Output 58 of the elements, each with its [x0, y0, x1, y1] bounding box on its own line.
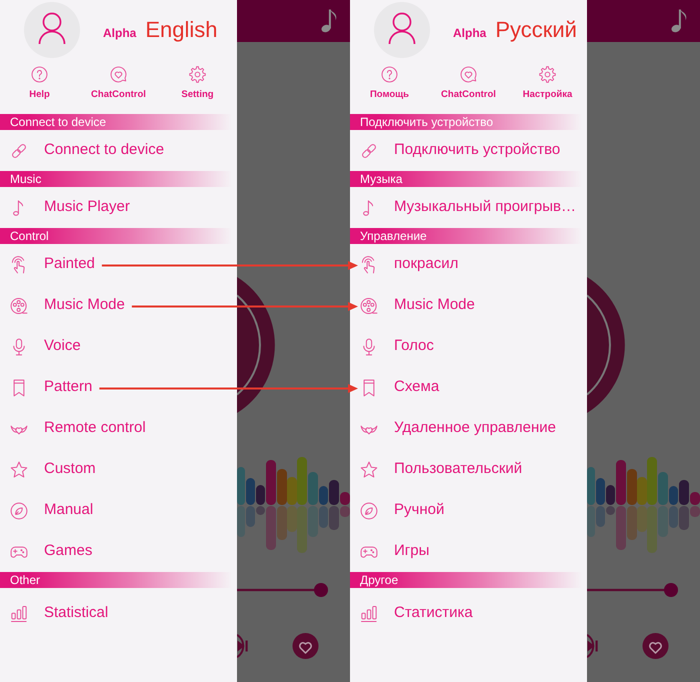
menu-item[interactable]: Голос — [350, 326, 587, 367]
skip-next-button[interactable] — [237, 634, 248, 658]
equalizer-bar — [627, 469, 637, 540]
slider-thumb[interactable] — [314, 583, 328, 597]
chat-button[interactable]: ChatControl — [79, 66, 158, 101]
bar-chart-icon — [10, 604, 28, 622]
menu-item[interactable]: Музыкальный проигрыв… — [350, 187, 587, 228]
menu-item[interactable]: Statistical — [0, 593, 237, 634]
menu-item[interactable]: Remote control — [0, 408, 237, 449]
settings-button[interactable]: Настройка — [508, 66, 587, 101]
help-icon — [31, 66, 48, 83]
heart-chat-icon — [110, 66, 127, 83]
menu-item[interactable]: Пользовательский — [350, 449, 587, 490]
film-reel-icon — [10, 296, 28, 314]
menu-item[interactable]: Music Player — [0, 187, 237, 228]
slider-thumb[interactable] — [664, 583, 678, 597]
leaf-circle-icon — [360, 502, 378, 520]
link-icon — [10, 142, 28, 160]
film-reel-icon — [360, 296, 378, 314]
menu-item[interactable]: Pattern — [0, 367, 237, 408]
equalizer-bar — [277, 469, 287, 540]
menu-item[interactable]: Connect to device — [0, 130, 237, 171]
settings-button[interactable]: Setting — [158, 66, 237, 101]
menu-item[interactable]: Игры — [350, 531, 587, 572]
menu-item[interactable]: Подключить устройство — [350, 130, 587, 171]
help-button[interactable]: Помощь — [350, 66, 429, 101]
music-note-icon — [321, 9, 337, 33]
menu-item[interactable]: Custom — [0, 449, 237, 490]
help-icon — [381, 66, 398, 83]
menu-item[interactable]: Удаленное управление — [350, 408, 587, 449]
user-name: Alpha — [103, 26, 136, 40]
heart-chat-icon — [460, 66, 477, 83]
language-label: Русский — [495, 17, 577, 43]
menu-item[interactable]: Схема — [350, 367, 587, 408]
star-icon — [10, 460, 28, 478]
menu-item[interactable]: Music Mode — [0, 285, 237, 326]
skip-next-button[interactable] — [587, 634, 598, 658]
music-note-icon — [671, 9, 687, 33]
user-name: Alpha — [453, 26, 486, 40]
language-label: English — [145, 17, 218, 43]
menu-item[interactable]: Manual — [0, 490, 237, 531]
menu-item[interactable]: Статистика — [350, 593, 587, 634]
bar-chart-icon — [360, 604, 378, 622]
link-icon — [360, 142, 378, 160]
heart-button[interactable] — [642, 633, 668, 659]
menu-item[interactable]: покрасил — [350, 244, 587, 285]
settings-icon — [539, 66, 556, 83]
menu-item[interactable]: Ручной — [350, 490, 587, 531]
help-button[interactable]: Help — [0, 66, 79, 101]
settings-icon — [189, 66, 206, 83]
menu-item[interactable]: Voice — [0, 326, 237, 367]
chat-button[interactable]: ChatControl — [429, 66, 508, 101]
star-icon — [360, 460, 378, 478]
heart-button[interactable] — [292, 633, 318, 659]
menu-item[interactable]: Games — [0, 531, 237, 572]
leaf-circle-icon — [10, 502, 28, 520]
menu-item[interactable]: Painted — [0, 244, 237, 285]
menu-item[interactable]: Music Mode — [350, 285, 587, 326]
